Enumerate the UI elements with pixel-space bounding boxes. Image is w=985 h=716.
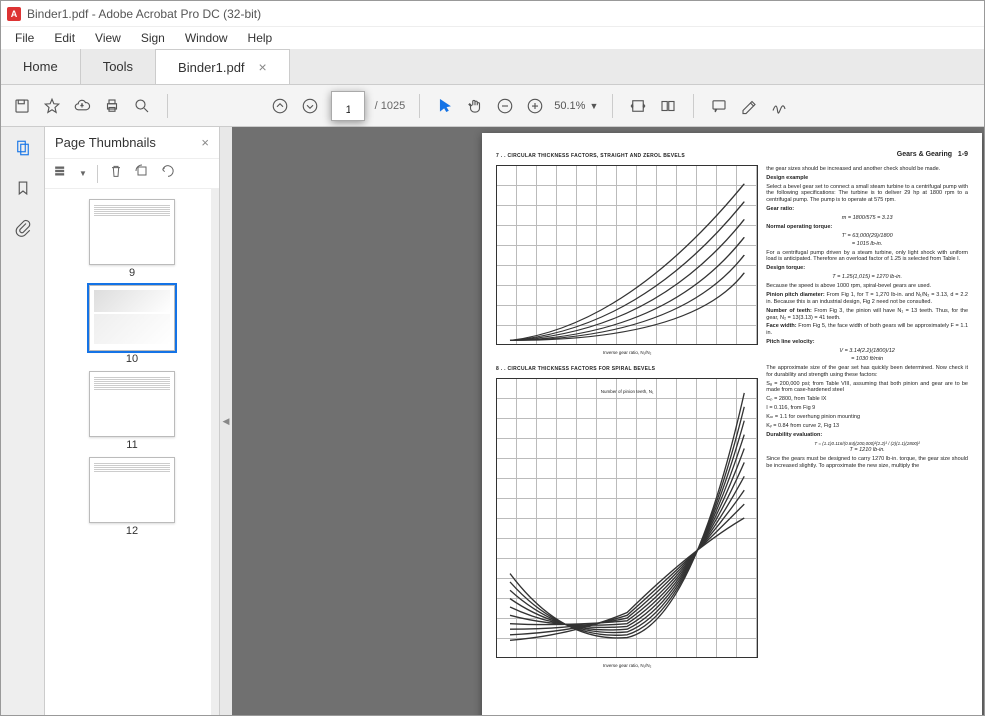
zoom-value: 50.1% <box>554 100 585 112</box>
thumb-scrollbar[interactable] <box>211 189 219 715</box>
menu-file[interactable]: File <box>7 29 42 47</box>
page-display-icon[interactable] <box>657 95 679 117</box>
options-icon[interactable] <box>53 163 69 184</box>
fig8-title: 8 . . CIRCULAR THICKNESS FACTORS FOR SPI… <box>496 366 758 372</box>
zoom-in-icon[interactable] <box>524 95 546 117</box>
print-icon[interactable] <box>101 95 123 117</box>
menu-edit[interactable]: Edit <box>46 29 83 47</box>
chart-fig7 <box>496 165 758 345</box>
sign-icon[interactable] <box>768 95 790 117</box>
thumb-12[interactable]: 12 <box>89 457 175 537</box>
chevron-down-icon: ▼ <box>589 101 598 111</box>
attachment-rail-icon[interactable] <box>12 217 34 239</box>
nav-rail <box>1 127 45 715</box>
thumb-11[interactable]: 11 <box>89 371 175 451</box>
app-icon: A <box>7 7 21 21</box>
tab-tools[interactable]: Tools <box>81 49 156 84</box>
menubar: File Edit View Sign Window Help <box>1 27 984 49</box>
document-view[interactable]: 7 . . CIRCULAR THICKNESS FACTORS, STRAIG… <box>232 127 984 715</box>
window-title: Binder1.pdf - Adobe Acrobat Pro DC (32-b… <box>27 7 261 21</box>
fig7-xlabel: Inverse gear ratio, N₁/N₂ <box>496 350 758 356</box>
fig8-annot: Number of pinion teeth, N₁ <box>601 389 654 395</box>
save-icon[interactable] <box>11 95 33 117</box>
close-icon[interactable]: × <box>259 59 267 75</box>
tab-doc-label: Binder1.pdf <box>178 60 245 75</box>
thumbnails-panel: Page Thumbnails × ▼ 9 10 11 <box>45 127 220 715</box>
zoom-out-icon[interactable] <box>494 95 516 117</box>
panel-resize-handle[interactable]: ◀ <box>220 127 232 715</box>
menu-help[interactable]: Help <box>240 29 281 47</box>
thumbnails-toolbar: ▼ <box>45 159 219 189</box>
star-icon[interactable] <box>41 95 63 117</box>
collapse-arrow-icon: ◀ <box>223 416 230 427</box>
thumb-9[interactable]: 9 <box>89 199 175 279</box>
hand-icon[interactable] <box>464 95 486 117</box>
thumbnails-list[interactable]: 9 10 11 12 <box>45 189 219 715</box>
menu-view[interactable]: View <box>87 29 129 47</box>
chevron-down-icon[interactable]: ▼ <box>79 169 87 178</box>
page-up-icon[interactable] <box>269 95 291 117</box>
zoom-select[interactable]: 50.1% ▼ <box>554 100 598 112</box>
page-input[interactable] <box>331 91 365 121</box>
toolbar: / 1025 50.1% ▼ <box>1 85 984 127</box>
cloud-upload-icon[interactable] <box>71 95 93 117</box>
menu-window[interactable]: Window <box>177 29 236 47</box>
page-total: / 1025 <box>375 100 406 112</box>
pdf-page: 7 . . CIRCULAR THICKNESS FACTORS, STRAIG… <box>482 133 982 715</box>
tab-document[interactable]: Binder1.pdf × <box>156 49 290 84</box>
tabbar: Home Tools Binder1.pdf × <box>1 49 984 85</box>
thumbnails-rail-icon[interactable] <box>12 137 34 159</box>
rotate-icon[interactable] <box>134 163 150 184</box>
pointer-icon[interactable] <box>434 95 456 117</box>
comment-icon[interactable] <box>708 95 730 117</box>
find-icon[interactable] <box>131 95 153 117</box>
tab-home[interactable]: Home <box>1 49 81 84</box>
menu-sign[interactable]: Sign <box>133 29 173 47</box>
bookmark-rail-icon[interactable] <box>12 177 34 199</box>
titlebar: A Binder1.pdf - Adobe Acrobat Pro DC (32… <box>1 1 984 27</box>
fit-width-icon[interactable] <box>627 95 649 117</box>
undo-icon[interactable] <box>160 163 176 184</box>
fig7-title: 7 . . CIRCULAR THICKNESS FACTORS, STRAIG… <box>496 153 758 159</box>
panel-close-icon[interactable]: × <box>201 135 209 150</box>
page-down-icon[interactable] <box>299 95 321 117</box>
main-body: Page Thumbnails × ▼ 9 10 11 <box>1 127 984 715</box>
thumb-10[interactable]: 10 <box>89 285 175 365</box>
thumbnails-title: Page Thumbnails <box>55 135 156 150</box>
fig8-xlabel: Inverse gear ratio, N₁/N₂ <box>496 663 758 669</box>
chart-fig8: Number of pinion teeth, N₁ <box>496 378 758 658</box>
highlight-icon[interactable] <box>738 95 760 117</box>
trash-icon[interactable] <box>108 163 124 184</box>
